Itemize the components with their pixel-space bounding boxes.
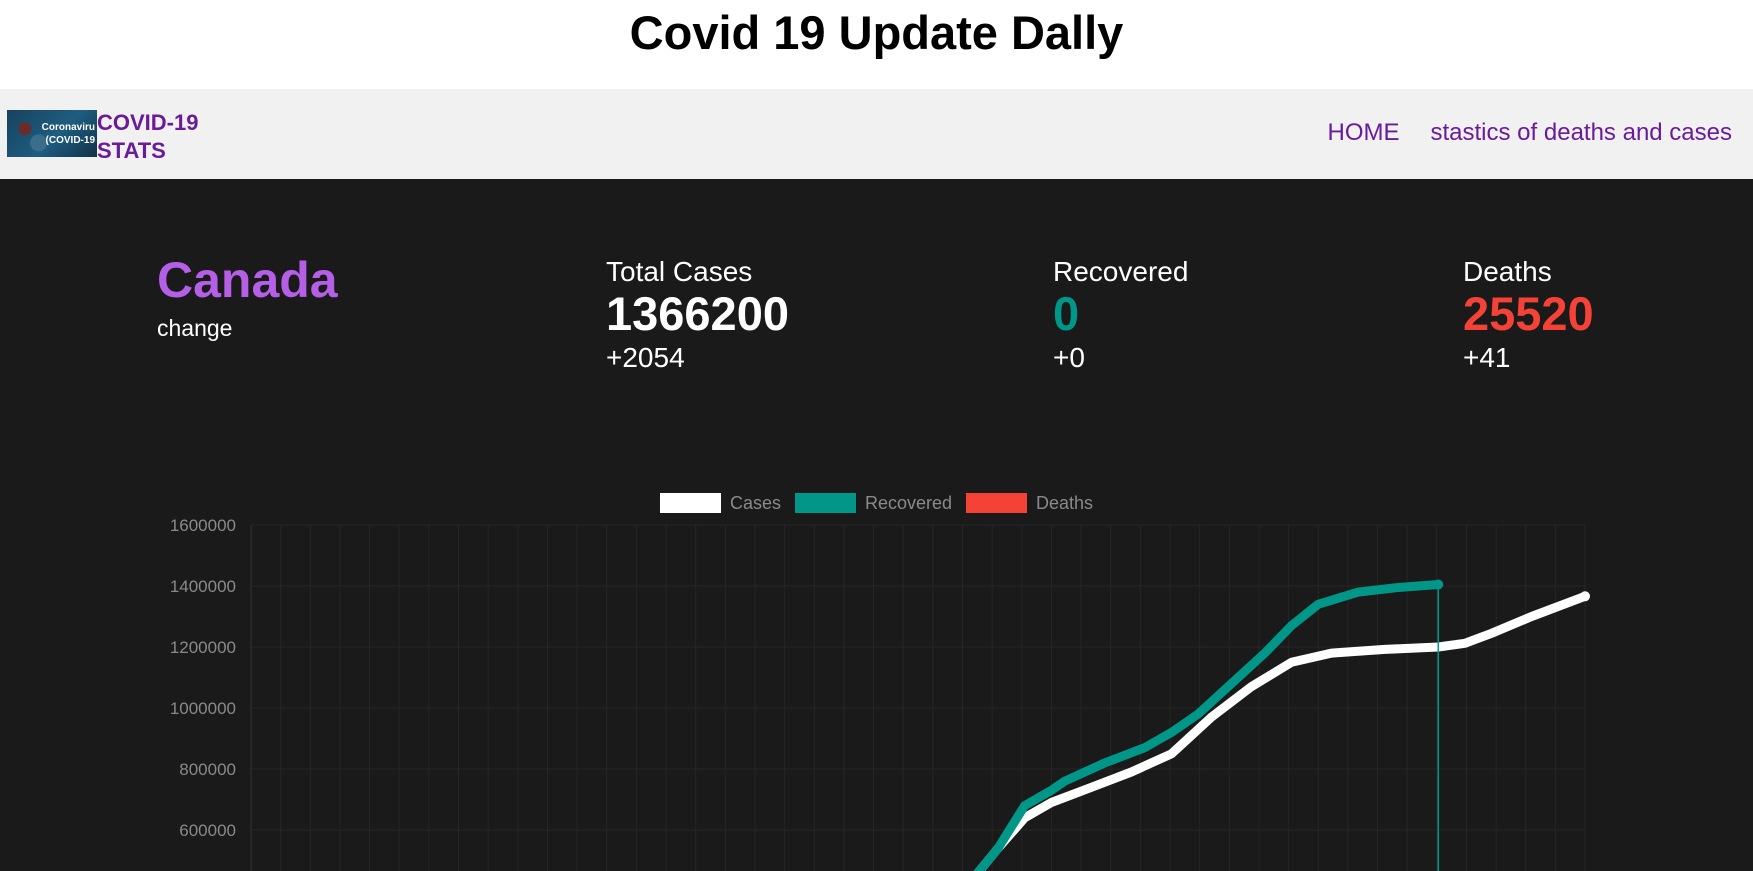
brand-name-line1: COVID-19 bbox=[97, 110, 199, 135]
logo-text-line2: (COVID-19 bbox=[45, 135, 95, 146]
legend-swatch-recovered bbox=[795, 493, 856, 513]
logo-text-line1: Coronaviru bbox=[41, 122, 95, 133]
legend-label-recovered: Recovered bbox=[865, 493, 952, 513]
nav-links: HOME stastics of deaths and cases bbox=[1328, 119, 1733, 147]
legend-label-cases: Cases bbox=[730, 493, 781, 513]
nav-link-home[interactable]: HOME bbox=[1328, 119, 1400, 147]
legend-swatch-deaths bbox=[966, 493, 1027, 513]
y-tick-label: 600000 bbox=[179, 821, 236, 840]
y-tick-label: 800000 bbox=[179, 760, 236, 779]
covid-line-chart: Cases Recovered Deaths 1600000 1400000 12000… bbox=[170, 493, 1590, 871]
y-axis-ticks: 1600000 1400000 1200000 1000000 800000 600000 bbox=[170, 516, 236, 840]
series-endpoint-cases bbox=[1580, 591, 1590, 602]
brand-link[interactable]: Coronaviru (COVID-19 COVID-19 STATS bbox=[7, 110, 217, 165]
nav-link-statistics[interactable]: stastics of deaths and cases bbox=[1431, 119, 1733, 147]
chart-grid bbox=[250, 524, 1586, 871]
brand-name: COVID-19 STATS bbox=[97, 109, 217, 165]
legend-swatch-cases bbox=[660, 493, 721, 513]
y-tick-label: 1400000 bbox=[170, 577, 236, 596]
navbar: Coronaviru (COVID-19 COVID-19 STATS HOME… bbox=[0, 89, 1753, 179]
page-title: Covid 19 Update Dally bbox=[629, 6, 1124, 59]
coronavirus-logo-image: Coronaviru (COVID-19 bbox=[7, 110, 97, 157]
brand-name-line2: STATS bbox=[97, 138, 166, 163]
stats-section: Canada change Total Cases 1366200 +2054 … bbox=[0, 179, 1753, 871]
y-tick-label: 1000000 bbox=[170, 699, 236, 718]
chart-series-lines bbox=[973, 579, 1590, 871]
y-tick-label: 1600000 bbox=[170, 516, 236, 535]
legend-label-deaths: Deaths bbox=[1036, 493, 1093, 513]
y-tick-label: 1200000 bbox=[170, 638, 236, 657]
logo-text: Coronaviru (COVID-19 bbox=[42, 121, 95, 147]
chart-legend: Cases Recovered Deaths bbox=[660, 493, 1093, 513]
